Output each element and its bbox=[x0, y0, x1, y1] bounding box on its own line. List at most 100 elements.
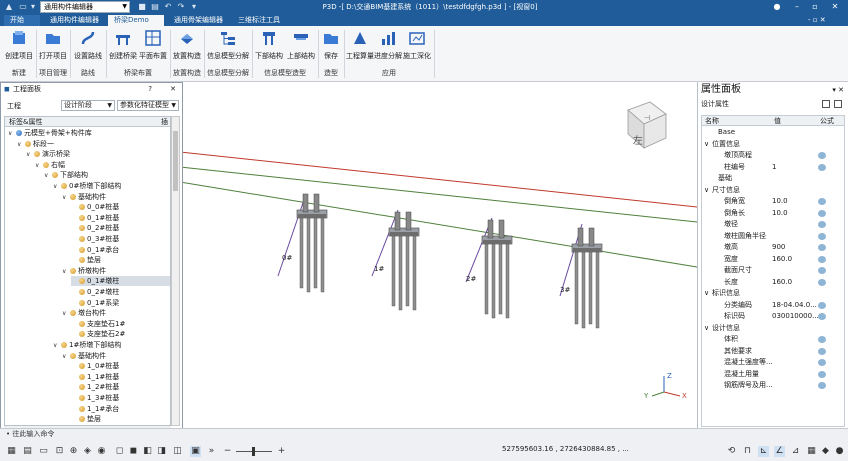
property-row[interactable]: 倒角宽 10.0 bbox=[702, 197, 844, 206]
zoom-in-icon[interactable]: + bbox=[276, 446, 287, 457]
property-row[interactable]: 混凝土用量 bbox=[702, 370, 844, 379]
formula-dot-icon[interactable] bbox=[818, 244, 826, 251]
property-row[interactable]: 长度 160.0 bbox=[702, 278, 844, 287]
tree-node[interactable]: ∨ 演示桥梁 bbox=[26, 149, 170, 159]
tree-node[interactable]: ∨ 基础构件 bbox=[62, 351, 170, 361]
property-toggle-icon[interactable]: ∨ bbox=[704, 140, 709, 149]
property-row[interactable]: ∨ 位置信息 bbox=[702, 140, 844, 149]
property-row[interactable]: 墩顶高程 bbox=[702, 151, 844, 160]
tree-node[interactable]: 0_1#桩基 bbox=[71, 213, 170, 223]
property-row[interactable]: 墩高 900 bbox=[702, 243, 844, 252]
tree-toggle-icon[interactable]: ∨ bbox=[62, 193, 70, 203]
ortho-icon[interactable]: ⊾ bbox=[758, 446, 769, 457]
formula-dot-icon[interactable] bbox=[818, 382, 826, 389]
polar-icon[interactable]: ∠ bbox=[774, 446, 785, 457]
formula-dot-icon[interactable] bbox=[818, 198, 826, 205]
tree-node[interactable]: 垫层 bbox=[71, 255, 170, 265]
formula-dot-icon[interactable] bbox=[818, 232, 826, 240]
active-view-icon[interactable]: ▣ bbox=[190, 446, 201, 457]
table-icon[interactable]: ▦ bbox=[806, 446, 817, 457]
property-row[interactable]: 宽度 160.0 bbox=[702, 255, 844, 264]
user-icon[interactable]: ● bbox=[770, 0, 784, 14]
properties-table[interactable]: 名称 值 公式 Base ∨ 位置信息 墩顶高程 柱编号 1 基础 ∨ 尺寸信息 倒角宽 10.0 倒… bbox=[701, 115, 845, 427]
property-toggle-icon[interactable]: ∨ bbox=[704, 289, 709, 298]
property-row[interactable]: 钢筋牌号及用... bbox=[702, 381, 844, 390]
panel-menu-icon[interactable]: ▾ ✕ bbox=[832, 82, 844, 98]
tree-toggle-icon[interactable]: ∨ bbox=[53, 182, 61, 192]
ribbon-options-icon[interactable]: - ▫ ✕ bbox=[808, 14, 826, 26]
formula-dot-icon[interactable] bbox=[818, 221, 826, 228]
property-value[interactable]: 160.0 bbox=[772, 278, 792, 287]
tree-toggle-icon[interactable]: ∨ bbox=[8, 129, 16, 139]
property-value[interactable]: 030010000... bbox=[772, 312, 819, 321]
tree-node[interactable]: 支座垫石1# bbox=[71, 319, 170, 329]
formula-dot-icon[interactable] bbox=[818, 267, 826, 274]
view-icon-3[interactable]: ◧ bbox=[142, 446, 153, 457]
view-icon-2[interactable]: ◼ bbox=[128, 446, 139, 457]
undo-icon[interactable]: ↶ bbox=[163, 2, 173, 12]
tab-skeleton-editor[interactable]: 通用骨架编辑器 bbox=[168, 15, 229, 26]
tree-toggle-icon[interactable]: ∨ bbox=[53, 341, 61, 351]
property-row[interactable]: 墩径 bbox=[702, 220, 844, 229]
property-row[interactable]: 其他要求 bbox=[702, 347, 844, 356]
property-value[interactable]: 10.0 bbox=[772, 197, 788, 206]
info-model-decompose-button[interactable]: 信息模型分解 bbox=[206, 29, 250, 61]
settings-icon[interactable]: ● bbox=[834, 446, 845, 457]
maximize-button[interactable]: ▫ bbox=[808, 0, 822, 14]
schedule-decompose-button[interactable]: 进度分解 bbox=[374, 29, 402, 61]
tree-node[interactable]: 1_3#桩基 bbox=[71, 393, 170, 403]
grid-icon[interactable]: ▦ bbox=[6, 446, 17, 457]
tree-toggle-icon[interactable]: ∨ bbox=[17, 140, 25, 150]
render-icon[interactable]: ◆ bbox=[820, 446, 831, 457]
tree-scrollbar[interactable] bbox=[171, 116, 180, 426]
snap-icon[interactable]: ⊡ bbox=[54, 446, 65, 457]
property-toggle-icon[interactable]: ∨ bbox=[704, 186, 709, 195]
line-weight-icon[interactable]: ⊿ bbox=[790, 446, 801, 457]
formula-dot-icon[interactable] bbox=[818, 152, 826, 159]
property-toggle-icon[interactable]: ∨ bbox=[704, 324, 709, 333]
tree-node[interactable]: 1_1#桩基 bbox=[71, 372, 170, 382]
stage-select[interactable]: 设计阶段 ▼ bbox=[61, 100, 115, 111]
property-value[interactable]: 18-04.04.0... bbox=[772, 301, 817, 310]
tree-node[interactable]: ∨ 0#桥墩下部结构 bbox=[53, 181, 170, 191]
lock-icon[interactable]: ◉ bbox=[96, 446, 107, 457]
formula-dot-icon[interactable] bbox=[818, 336, 826, 343]
zoom-out-icon[interactable]: − bbox=[222, 446, 233, 457]
property-row[interactable]: 分类编码 18-04.04.0... bbox=[702, 301, 844, 310]
open-file-icon[interactable]: ▭ bbox=[18, 2, 28, 12]
view-icon-5[interactable]: ◫ bbox=[172, 446, 183, 457]
substructure-button[interactable]: 下部结构 bbox=[254, 29, 284, 61]
property-row[interactable]: 体积 bbox=[702, 335, 844, 344]
tree-toggle-icon[interactable]: ∨ bbox=[62, 267, 70, 277]
formula-dot-icon[interactable] bbox=[818, 347, 826, 355]
pier-2[interactable] bbox=[465, 217, 513, 319]
layout-icon[interactable]: ▤ bbox=[22, 446, 33, 457]
tree-node[interactable]: ∨ 桥墩构件 bbox=[62, 266, 170, 276]
close-button[interactable]: ✕ bbox=[828, 0, 842, 14]
quantity-takeoff-button[interactable]: 工程算量 bbox=[346, 29, 374, 61]
formula-dot-icon[interactable] bbox=[818, 209, 826, 217]
tree-node[interactable]: 垫层 bbox=[71, 414, 170, 424]
tree-node[interactable]: ∨ 墩台构件 bbox=[62, 308, 170, 318]
property-row[interactable]: ∨ 尺寸信息 bbox=[702, 186, 844, 195]
save-icon[interactable]: ■ bbox=[137, 2, 147, 12]
place-structure-button[interactable]: 放置构造 bbox=[172, 29, 202, 61]
property-row[interactable]: 墩柱圆角半径 bbox=[702, 232, 844, 241]
property-row[interactable]: ∨ 设计信息 bbox=[702, 324, 844, 333]
tree-node[interactable]: 0_1#墩柱 bbox=[71, 276, 170, 287]
property-value[interactable]: 1 bbox=[772, 163, 776, 172]
tree-node[interactable]: ∨ 元模型+骨架+构件库 bbox=[8, 128, 170, 138]
dropdown-icon[interactable]: ▾ bbox=[28, 2, 38, 12]
close-panel-button[interactable]: ✕ bbox=[170, 83, 176, 95]
set-route-button[interactable]: 设置路线 bbox=[72, 29, 104, 61]
new-file-icon[interactable]: ▤ bbox=[150, 2, 160, 12]
window-icon[interactable]: ▭ bbox=[38, 446, 49, 457]
tree-node[interactable]: ∨ 基础构件 bbox=[62, 192, 170, 202]
customize-icon[interactable]: ▾ bbox=[189, 2, 199, 12]
expand-icon[interactable]: » bbox=[206, 446, 217, 457]
formula-dot-icon[interactable] bbox=[818, 370, 826, 378]
magnet-icon[interactable]: ⊓ bbox=[742, 446, 753, 457]
property-value[interactable]: 160.0 bbox=[772, 255, 792, 264]
formula-dot-icon[interactable] bbox=[818, 278, 826, 286]
tab-bridge-demo[interactable]: 桥梁Demo bbox=[108, 15, 164, 26]
